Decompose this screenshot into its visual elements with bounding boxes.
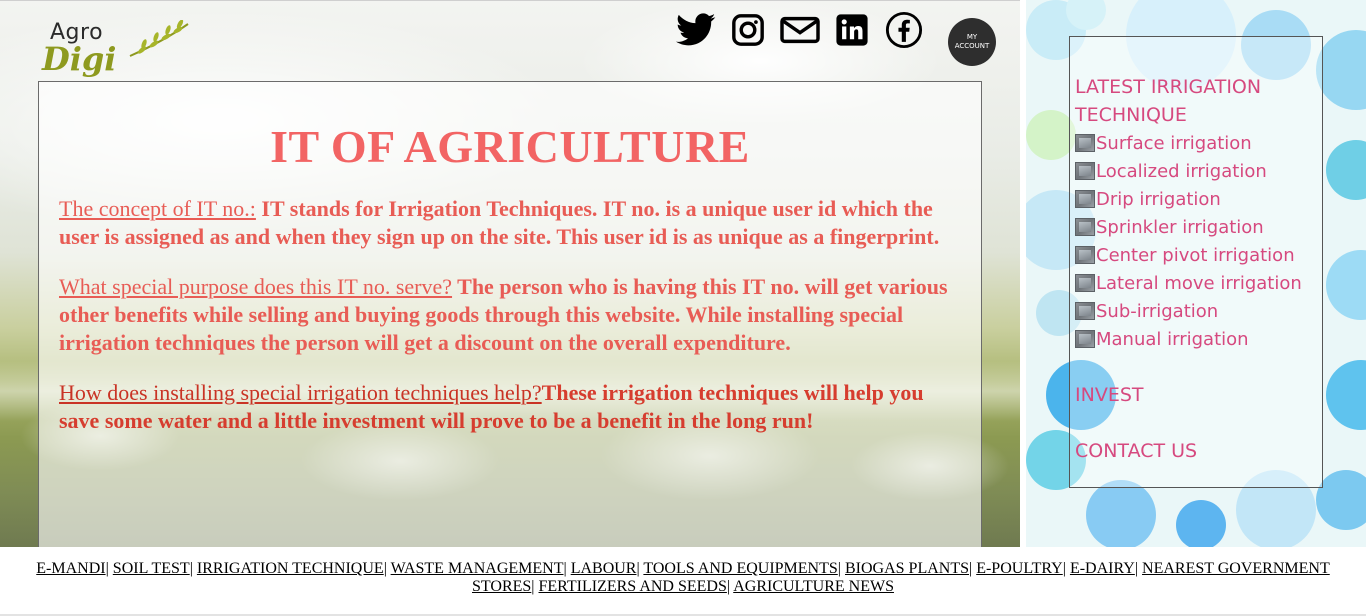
technique-list: Surface irrigation Localized irrigation … xyxy=(1075,129,1322,353)
logo-text-bottom: Digi xyxy=(42,40,117,78)
my-account-button[interactable]: MY ACCOUNT xyxy=(948,18,996,66)
technique-label: Lateral move irrigation xyxy=(1096,272,1302,294)
footer-separator: | xyxy=(1134,560,1143,577)
contact-us-link[interactable]: CONTACT US xyxy=(1075,437,1322,465)
image-icon xyxy=(1075,274,1095,292)
image-icon xyxy=(1075,134,1095,152)
technique-item[interactable]: Sub-irrigation xyxy=(1075,297,1322,325)
bubble xyxy=(1086,480,1156,547)
footer-separator: | xyxy=(189,560,197,577)
footer-link-e-mandi[interactable]: E-MANDI xyxy=(36,560,105,577)
linkedin-icon[interactable] xyxy=(832,10,872,50)
bubble xyxy=(1326,140,1366,200)
footer-separator: | xyxy=(1062,560,1070,577)
footer-separator: | xyxy=(105,560,113,577)
technique-label: Center pivot irrigation xyxy=(1096,244,1295,266)
image-icon xyxy=(1075,302,1095,320)
technique-item[interactable]: Manual irrigation xyxy=(1075,325,1322,353)
account-label: MY ACCOUNT xyxy=(955,33,990,51)
mail-icon[interactable] xyxy=(780,10,820,50)
bubble xyxy=(1316,30,1366,110)
page-title: IT OF AGRICULTURE xyxy=(270,121,750,172)
main-content-box: IT OF AGRICULTURE The concept of IT no.:… xyxy=(38,81,982,551)
footer-link-e-poultry[interactable]: E-POULTRY xyxy=(976,560,1063,577)
irrigation-sidebar: LATEST IRRIGATION TECHNIQUE Surface irri… xyxy=(1069,36,1323,488)
footer-separator: | xyxy=(837,560,845,577)
technique-label: Localized irrigation xyxy=(1096,160,1267,182)
technique-label: Sub-irrigation xyxy=(1096,300,1219,322)
footer-link-irrigation-technique[interactable]: IRRIGATION TECHNIQUE xyxy=(197,560,384,577)
image-icon xyxy=(1075,162,1095,180)
paragraph-question: What special purpose does this IT no. se… xyxy=(59,274,453,299)
image-icon xyxy=(1075,218,1095,236)
paragraph-question: How does installing special irrigation t… xyxy=(59,380,542,405)
footer-nav: E-MANDI| SOIL TEST| IRRIGATION TECHNIQUE… xyxy=(0,547,1366,616)
bubble xyxy=(1316,470,1366,530)
image-icon xyxy=(1075,190,1095,208)
wheat-icon xyxy=(129,20,189,57)
paragraph-question: The concept of IT no.: xyxy=(59,196,256,221)
technique-item[interactable]: Sprinkler irrigation xyxy=(1075,213,1322,241)
technique-item[interactable]: Drip irrigation xyxy=(1075,185,1322,213)
footer-link-soil-test[interactable]: SOIL TEST xyxy=(113,560,190,577)
footer-link-agriculture-news[interactable]: AGRICULTURE NEWS xyxy=(733,578,894,595)
technique-item[interactable]: Surface irrigation xyxy=(1075,129,1322,157)
technique-label: Surface irrigation xyxy=(1096,132,1252,154)
footer-link-labour[interactable]: LABOUR xyxy=(571,560,637,577)
technique-label: Manual irrigation xyxy=(1096,328,1249,350)
account-label-line2: ACCOUNT xyxy=(954,42,990,50)
footer-link-waste-management[interactable]: WASTE MANAGEMENT xyxy=(391,560,564,577)
technique-item[interactable]: Localized irrigation xyxy=(1075,157,1322,185)
technique-label: Drip irrigation xyxy=(1096,188,1221,210)
account-label-line1: MY xyxy=(966,33,978,41)
footer-separator: | xyxy=(531,578,539,595)
footer-link-biogas-plants[interactable]: BIOGAS PLANTS xyxy=(845,560,969,577)
facebook-icon[interactable] xyxy=(884,10,924,50)
footer-link-fertilizers-and-seeds[interactable]: FERTILIZERS AND SEEDS xyxy=(539,578,727,595)
twitter-icon[interactable] xyxy=(676,10,716,50)
bubble xyxy=(1326,250,1366,320)
instagram-icon[interactable] xyxy=(728,10,768,50)
agrodigi-logo[interactable]: Agro Digi xyxy=(42,20,192,82)
info-paragraph: The concept of IT no.: IT stands for Irr… xyxy=(59,195,961,251)
image-icon xyxy=(1075,246,1095,264)
sidebar-heading: LATEST IRRIGATION TECHNIQUE xyxy=(1075,76,1262,126)
social-links xyxy=(676,10,924,50)
technique-item[interactable]: Center pivot irrigation xyxy=(1075,241,1322,269)
invest-link[interactable]: INVEST xyxy=(1075,381,1322,409)
technique-item[interactable]: Lateral move irrigation xyxy=(1075,269,1322,297)
info-paragraph: How does installing special irrigation t… xyxy=(59,379,961,435)
footer-separator: | xyxy=(563,560,571,577)
footer-link-tools-and-equipments[interactable]: TOOLS AND EQUIPMENTS xyxy=(643,560,837,577)
info-paragraph: What special purpose does this IT no. se… xyxy=(59,273,961,357)
image-icon xyxy=(1075,330,1095,348)
technique-label: Sprinkler irrigation xyxy=(1096,216,1264,238)
bubble xyxy=(1176,500,1226,547)
bubble xyxy=(1326,360,1366,430)
footer-link-e-dairy[interactable]: E-DAIRY xyxy=(1070,560,1135,577)
footer-separator: | xyxy=(383,560,391,577)
